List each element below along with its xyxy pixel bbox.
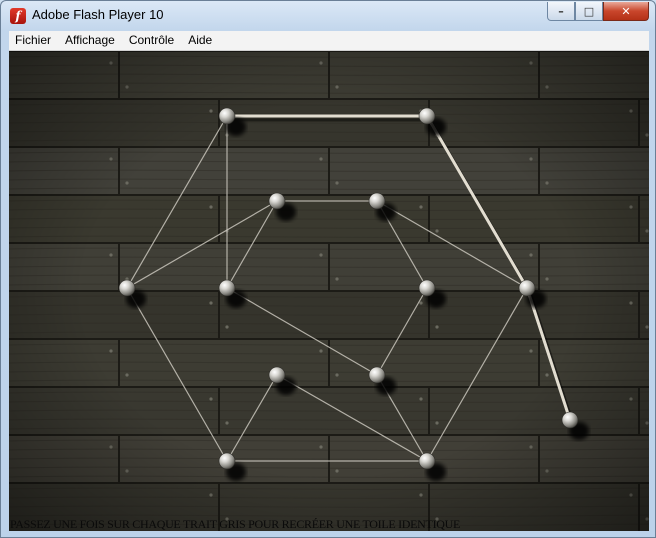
maximize-icon: □ — [583, 4, 595, 18]
maximize-button[interactable]: □ — [575, 2, 603, 21]
minimize-icon: – — [558, 4, 564, 18]
pin-p4[interactable] — [368, 192, 386, 210]
game-stage[interactable] — [9, 51, 649, 531]
menu-controle[interactable]: Contrôle — [122, 31, 181, 50]
pin-p3[interactable] — [268, 192, 286, 210]
pin-p1[interactable] — [218, 107, 236, 125]
window-title: Adobe Flash Player 10 — [32, 7, 164, 22]
pin-p9[interactable] — [268, 366, 286, 384]
pin-p5[interactable] — [118, 279, 136, 297]
menu-fichier[interactable]: Fichier — [9, 31, 58, 50]
menu-aide[interactable]: Aide — [181, 31, 219, 50]
pin-p6[interactable] — [218, 279, 236, 297]
window-controls: – □ ✕ — [547, 2, 649, 22]
pin-p2[interactable] — [418, 107, 436, 125]
pin-p8[interactable] — [518, 279, 536, 297]
pin-p7[interactable] — [418, 279, 436, 297]
pin-p10[interactable] — [368, 366, 386, 384]
menu-bar: Fichier Affichage Contrôle Aide — [9, 31, 649, 51]
pin-p12[interactable] — [418, 452, 436, 470]
flash-player-window: f Adobe Flash Player 10 – □ ✕ Fichier Af… — [0, 0, 656, 538]
close-button[interactable]: ✕ — [603, 2, 649, 21]
game-board[interactable] — [9, 51, 649, 531]
vignette-overlay — [9, 51, 649, 531]
close-icon: ✕ — [621, 4, 631, 18]
pin-p13[interactable] — [561, 411, 579, 429]
instruction-text: PASSEZ UNE FOIS SUR CHAQUE TRAIT GRIS PO… — [10, 517, 461, 531]
flash-player-icon: f — [10, 8, 26, 24]
menu-affichage[interactable]: Affichage — [58, 31, 122, 50]
pin-p11[interactable] — [218, 452, 236, 470]
minimize-button[interactable]: – — [547, 2, 575, 21]
title-bar[interactable]: f Adobe Flash Player 10 – □ ✕ — [1, 1, 655, 31]
